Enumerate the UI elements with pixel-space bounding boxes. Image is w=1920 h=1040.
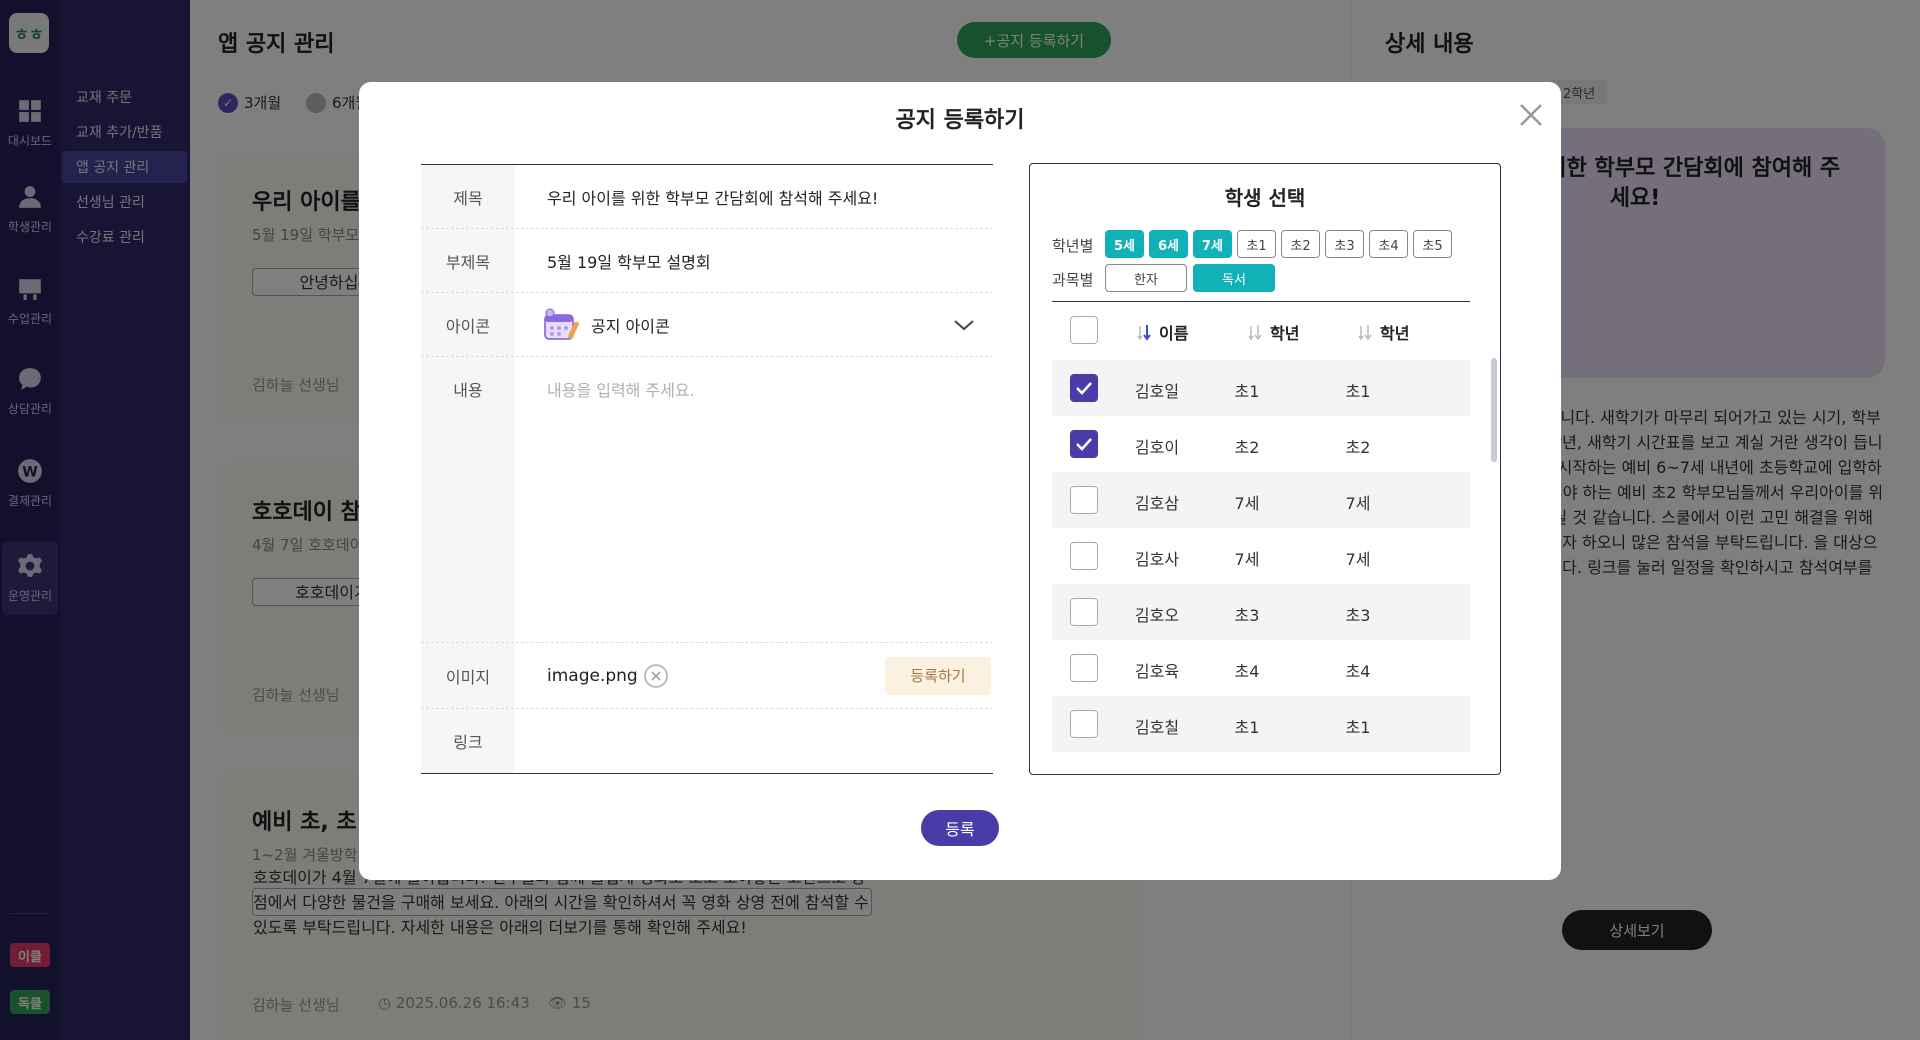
close-icon[interactable] — [1516, 100, 1546, 130]
cell-grade: 초2 — [1234, 438, 1260, 457]
form-label: 내용 — [421, 357, 515, 642]
content-textarea[interactable]: 내용을 입력해 주세요. — [515, 357, 993, 642]
header-label: 학년 — [1270, 324, 1300, 343]
notice-form: 제목 우리 아이를 위한 학부모 간담회에 참석해 주세요! 부제목 5월 19… — [421, 164, 993, 774]
header-label: 이름 — [1159, 324, 1189, 343]
title-input[interactable]: 우리 아이를 위한 학부모 간담회에 참석해 주세요! — [515, 165, 993, 228]
subject-chip-reading[interactable]: 독서 — [1193, 264, 1275, 292]
cell-grade: 초4 — [1345, 662, 1371, 681]
form-label: 제목 — [421, 165, 515, 228]
cell-name: 김호오 — [1134, 606, 1180, 625]
grade-chip-e4[interactable]: 초4 — [1369, 230, 1408, 258]
cell-name: 김호일 — [1134, 382, 1180, 401]
cell-name: 김호이 — [1134, 438, 1180, 457]
subject-filter-label: 과목별 — [1052, 271, 1094, 289]
image-field: image.png 등록하기 — [515, 643, 993, 708]
row-checkbox[interactable] — [1070, 654, 1098, 682]
table-row[interactable]: 김호오 초3 초3 — [1052, 584, 1470, 640]
cell-grade: 초4 — [1234, 662, 1260, 681]
form-row-subtitle: 부제목 5월 19일 학부모 설명회 — [421, 229, 993, 293]
cell-grade: 초2 — [1345, 438, 1371, 457]
table-row[interactable]: 김호이 초2 초2 — [1052, 416, 1470, 472]
header-label: 학년 — [1380, 324, 1410, 343]
form-label: 이미지 — [421, 643, 515, 708]
icon-select[interactable]: 공지 아이콘 — [515, 293, 993, 356]
table-row[interactable]: 김호삼 7세 7세 — [1052, 472, 1470, 528]
student-table-body: 김호일 초1 초1 김호이 초2 초2 김호삼 7세 7세 김호사 7세 7세 — [1052, 360, 1470, 762]
table-row[interactable]: 김호일 초1 초1 — [1052, 360, 1470, 416]
student-select-panel: 학생 선택 학년별 5세 6세 7세 초1 초2 초3 초4 초5 과목별 한자… — [1029, 163, 1501, 775]
content-placeholder: 내용을 입력해 주세요. — [547, 381, 695, 400]
select-all-checkbox[interactable] — [1070, 316, 1098, 344]
table-row[interactable]: 김호육 초4 초4 — [1052, 640, 1470, 696]
student-table-header: 이름 학년 학년 — [1052, 301, 1470, 357]
link-input[interactable] — [515, 709, 993, 773]
cell-grade: 7세 — [1345, 494, 1371, 513]
form-label: 링크 — [421, 709, 515, 773]
remove-file-icon[interactable] — [643, 663, 669, 689]
cell-grade: 초1 — [1234, 382, 1260, 401]
icon-select-value: 공지 아이콘 — [591, 316, 670, 336]
sort-icon — [1358, 325, 1372, 341]
form-label: 부제목 — [421, 229, 515, 292]
grade-chip-e3[interactable]: 초3 — [1325, 230, 1364, 258]
cell-grade: 7세 — [1234, 550, 1260, 569]
check-icon — [1076, 382, 1092, 395]
student-select-title: 학생 선택 — [1224, 186, 1306, 210]
grade-chip-7[interactable]: 7세 — [1193, 230, 1232, 258]
grade-chip-e1[interactable]: 초1 — [1237, 230, 1276, 258]
calendar-icon — [544, 308, 579, 340]
form-row-image: 이미지 image.png 등록하기 — [421, 643, 993, 709]
upload-image-button[interactable]: 등록하기 — [885, 656, 991, 695]
chevron-down-icon — [954, 319, 974, 330]
grade-chip-e5[interactable]: 초5 — [1413, 230, 1452, 258]
form-label: 아이콘 — [421, 293, 515, 356]
grade-filter-label: 학년별 — [1052, 237, 1094, 255]
sort-grade1-header[interactable]: 학년 — [1248, 320, 1299, 344]
form-row-title: 제목 우리 아이를 위한 학부모 간담회에 참석해 주세요! — [421, 165, 993, 229]
subtitle-value: 5월 19일 학부모 설명회 — [547, 252, 711, 272]
cell-name: 김호칠 — [1134, 718, 1180, 737]
subject-chip-hanja[interactable]: 한자 — [1105, 264, 1187, 292]
form-row-content: 내용 내용을 입력해 주세요. — [421, 357, 993, 643]
cell-grade: 7세 — [1234, 494, 1260, 513]
sort-grade2-header[interactable]: 학년 — [1358, 320, 1409, 344]
image-file-name: image.png — [547, 665, 638, 686]
check-icon — [1076, 438, 1092, 451]
cell-name: 김호삼 — [1134, 494, 1180, 513]
grade-chip-6[interactable]: 6세 — [1149, 230, 1188, 258]
sort-icon — [1248, 325, 1262, 341]
grade-chip-5[interactable]: 5세 — [1105, 230, 1144, 258]
table-scrollbar[interactable] — [1491, 358, 1497, 462]
row-checkbox[interactable] — [1070, 374, 1098, 402]
cell-name: 김호육 — [1134, 662, 1180, 681]
cell-grade: 초1 — [1345, 382, 1371, 401]
modal-title: 공지 등록하기 — [895, 108, 1025, 133]
row-checkbox[interactable] — [1070, 430, 1098, 458]
notice-register-modal: 공지 등록하기 제목 우리 아이를 위한 학부모 간담회에 참석해 주세요! 부… — [359, 82, 1561, 880]
form-row-link: 링크 — [421, 709, 993, 773]
sort-icon — [1137, 325, 1151, 341]
cell-name: 김호사 — [1134, 550, 1180, 569]
cell-grade: 초1 — [1345, 718, 1371, 737]
title-value: 우리 아이를 위한 학부모 간담회에 참석해 주세요! — [547, 188, 879, 208]
row-checkbox[interactable] — [1070, 598, 1098, 626]
table-row[interactable]: 김호사 7세 7세 — [1052, 528, 1470, 584]
form-row-icon: 아이콘 공지 아이콘 — [421, 293, 993, 357]
cell-grade: 초3 — [1345, 606, 1371, 625]
row-checkbox[interactable] — [1070, 486, 1098, 514]
cell-grade: 7세 — [1345, 550, 1371, 569]
row-checkbox[interactable] — [1070, 710, 1098, 738]
submit-button[interactable]: 등록 — [921, 810, 999, 846]
row-checkbox[interactable] — [1070, 542, 1098, 570]
table-row[interactable]: 김호칠 초1 초1 — [1052, 696, 1470, 752]
cell-grade: 초3 — [1234, 606, 1260, 625]
subtitle-input[interactable]: 5월 19일 학부모 설명회 — [515, 229, 993, 292]
sort-name-header[interactable]: 이름 — [1137, 320, 1188, 344]
grade-chip-e2[interactable]: 초2 — [1281, 230, 1320, 258]
cell-grade: 초1 — [1234, 718, 1260, 737]
